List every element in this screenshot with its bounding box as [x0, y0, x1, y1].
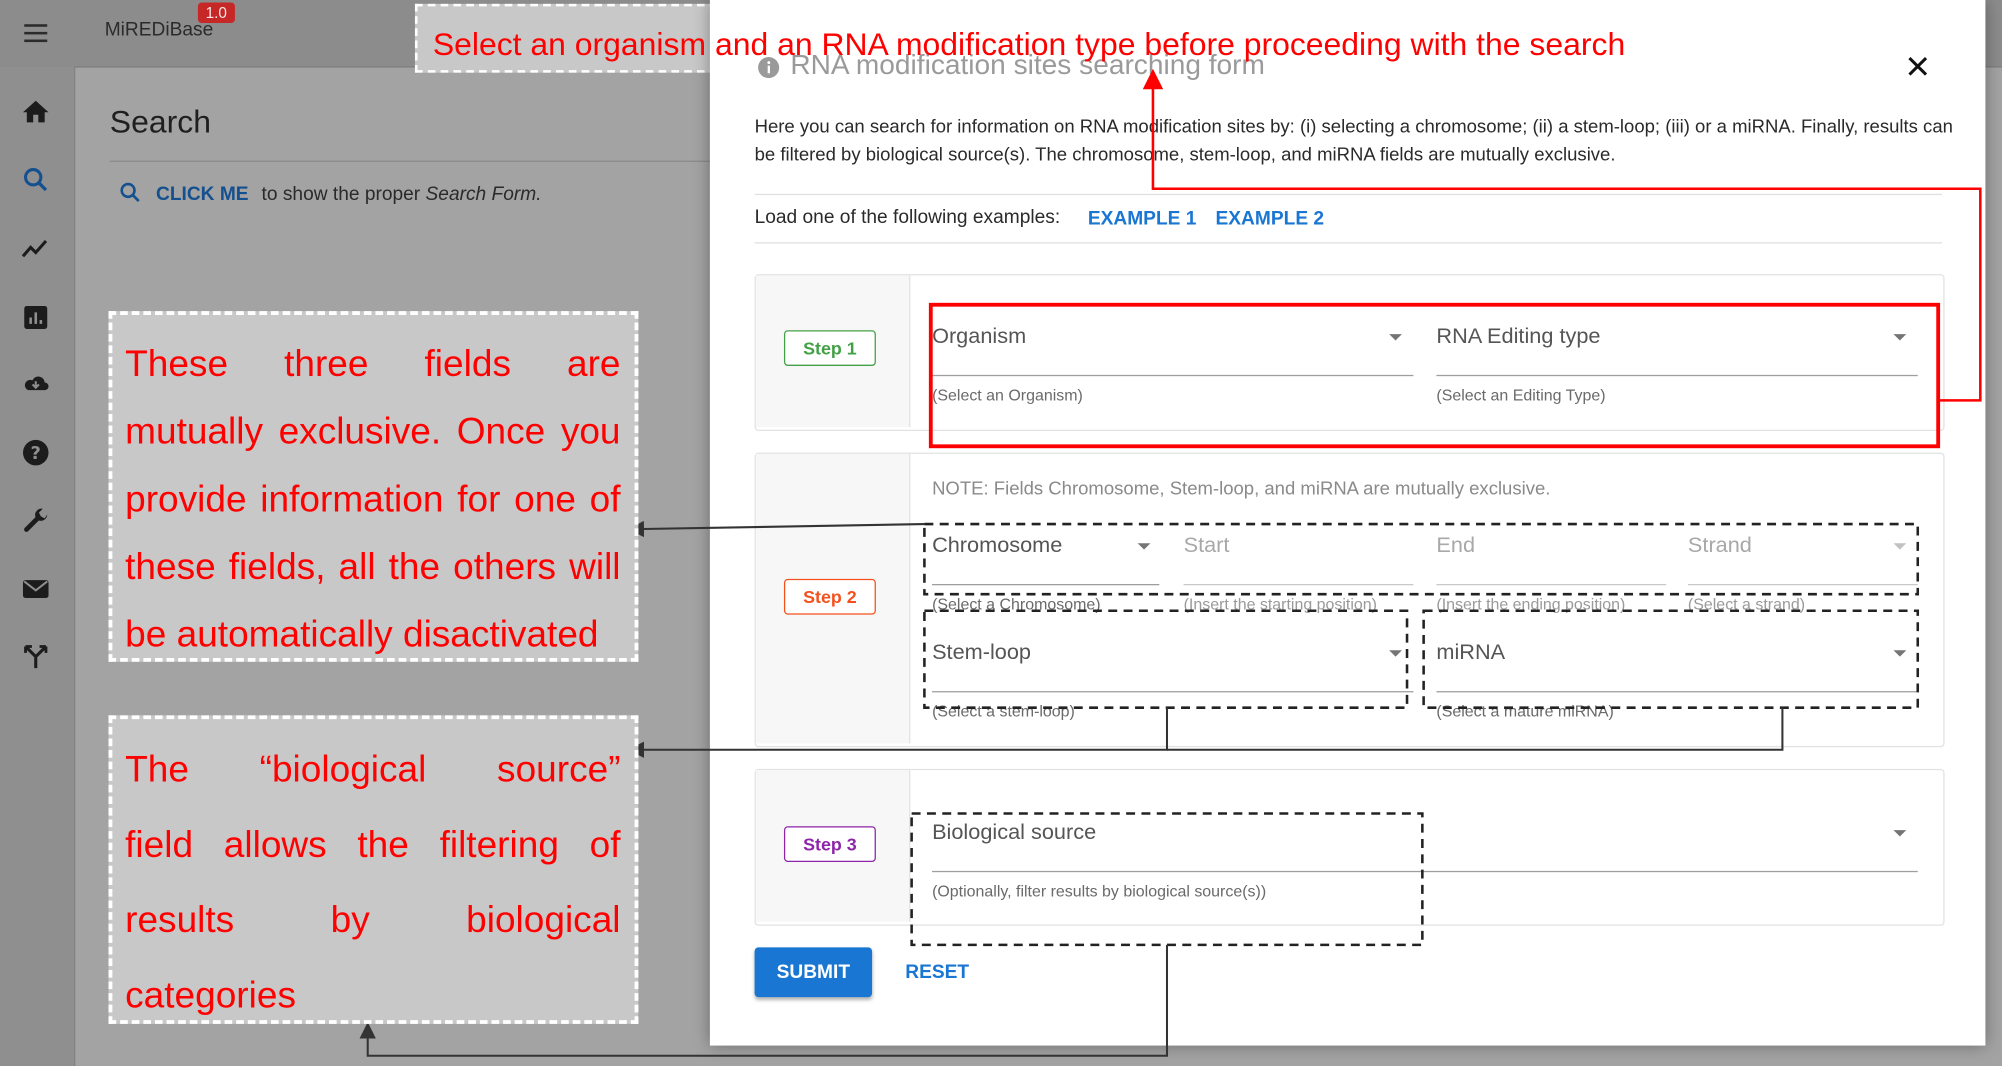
callout-line: be automatically disactivated [125, 614, 599, 656]
examples-label: Load one of the following examples: [754, 206, 1061, 229]
step-3-chip: Step 3 [783, 826, 876, 862]
biological-source-hint: (Optionally, filter results by biologica… [932, 882, 1267, 901]
biological-source-label[interactable]: Biological source [932, 820, 1096, 846]
strand-select[interactable] [1687, 583, 1918, 586]
step-1-chip: Step 1 [783, 330, 876, 366]
chevron-down-icon[interactable] [1893, 543, 1907, 550]
home-icon[interactable] [20, 97, 51, 128]
search-icon[interactable] [20, 164, 51, 195]
step-1-panel [754, 274, 1945, 431]
click-me-text: to show the proper [261, 183, 421, 206]
step-2-chip: Step 2 [783, 578, 876, 615]
page-title: Search [109, 104, 211, 141]
callout-line: these fields, all the others will [125, 547, 621, 588]
end-label[interactable]: End [1436, 533, 1475, 559]
menu-icon[interactable] [20, 18, 51, 49]
exclusive-note: NOTE: Fields Chromosome, Stem-loop, and … [932, 479, 1551, 500]
biological-source-callout-text: The “biological source” field allows the… [125, 733, 620, 1034]
chromosome-hint: (Select a Chromosome) [932, 595, 1101, 614]
version-badge: 1.0 [197, 2, 235, 23]
chevron-down-icon[interactable] [1389, 650, 1402, 657]
chromosome-label[interactable]: Chromosome [932, 533, 1062, 559]
click-me-row: CLICK ME to show the proper Search Form. [117, 180, 542, 206]
mail-icon[interactable] [20, 574, 51, 605]
callout-line: The “biological source” [125, 749, 621, 791]
click-me-form-text: Search Form. [425, 183, 542, 206]
callout-line: field allows the filtering of [125, 824, 621, 866]
chevron-down-icon[interactable] [1893, 650, 1907, 657]
start-input[interactable] [1183, 583, 1414, 586]
editing-type-select[interactable] [1436, 374, 1918, 377]
start-label[interactable]: Start [1184, 533, 1230, 559]
callout-line: provide information for one of [125, 479, 621, 521]
example-2-link[interactable]: EXAMPLE 2 [1216, 208, 1325, 230]
organism-label[interactable]: Organism [932, 324, 1026, 350]
dialog-intro: Here you can search for information on R… [754, 117, 1953, 166]
app-name[interactable]: MiREDiBase [105, 19, 214, 41]
example-1-link[interactable]: EXAMPLE 1 [1088, 208, 1197, 230]
help-icon[interactable]: ? [20, 437, 51, 468]
strand-hint: (Select a strand) [1687, 595, 1806, 614]
stem-loop-select[interactable] [932, 691, 1414, 693]
search-icon [120, 182, 140, 203]
divider [754, 193, 1943, 196]
top-annotation-text: Select an organism and an RNA modificati… [432, 26, 1626, 63]
callout-line: categories [125, 975, 296, 1017]
start-hint: (Insert the starting position) [1183, 595, 1377, 614]
chevron-down-icon[interactable] [1893, 830, 1907, 837]
chevron-down-icon[interactable] [1137, 543, 1151, 550]
merge-icon[interactable] [20, 641, 51, 672]
editing-type-label[interactable]: RNA Editing type [1436, 324, 1600, 350]
mirna-select[interactable] [1436, 691, 1918, 693]
organism-hint: (Select an Organism) [932, 386, 1083, 405]
wrench-icon[interactable] [20, 506, 51, 537]
callout-line: results by biological [125, 900, 621, 942]
mirna-label[interactable]: miRNA [1436, 640, 1505, 666]
exclusive-callout-text: These three fields are mutually exclusiv… [125, 332, 620, 670]
svg-text:?: ? [31, 443, 41, 464]
click-me-button[interactable]: CLICK ME [156, 184, 249, 206]
strand-label[interactable]: Strand [1688, 533, 1752, 559]
bar-chart-icon[interactable] [20, 302, 51, 333]
stem-loop-label[interactable]: Stem-loop [932, 640, 1031, 666]
close-icon[interactable] [1901, 50, 1934, 83]
submit-button[interactable]: SUBMIT [754, 947, 873, 998]
biological-source-select[interactable] [932, 870, 1918, 873]
trending-icon[interactable] [20, 233, 51, 264]
editing-type-hint: (Select an Editing Type) [1436, 386, 1606, 405]
stem-loop-hint: (Select a stem-loop) [932, 702, 1075, 721]
callout-line: These three fields are [125, 344, 621, 386]
divider [754, 242, 1943, 244]
chevron-down-icon[interactable] [1389, 334, 1402, 341]
chevron-down-icon[interactable] [1893, 334, 1907, 341]
divider [109, 160, 710, 162]
sidebar: ? [0, 66, 76, 1066]
callout-line: mutually exclusive. Once you [125, 411, 621, 453]
chromosome-select[interactable] [932, 583, 1160, 586]
end-input[interactable] [1436, 583, 1667, 586]
cloud-download-icon[interactable] [20, 370, 51, 401]
end-hint: (Insert the ending position) [1436, 595, 1626, 614]
reset-button[interactable]: RESET [905, 961, 969, 983]
organism-select[interactable] [932, 374, 1414, 377]
mirna-hint: (Select a mature miRNA) [1436, 702, 1614, 721]
step-3-panel [754, 768, 1945, 926]
